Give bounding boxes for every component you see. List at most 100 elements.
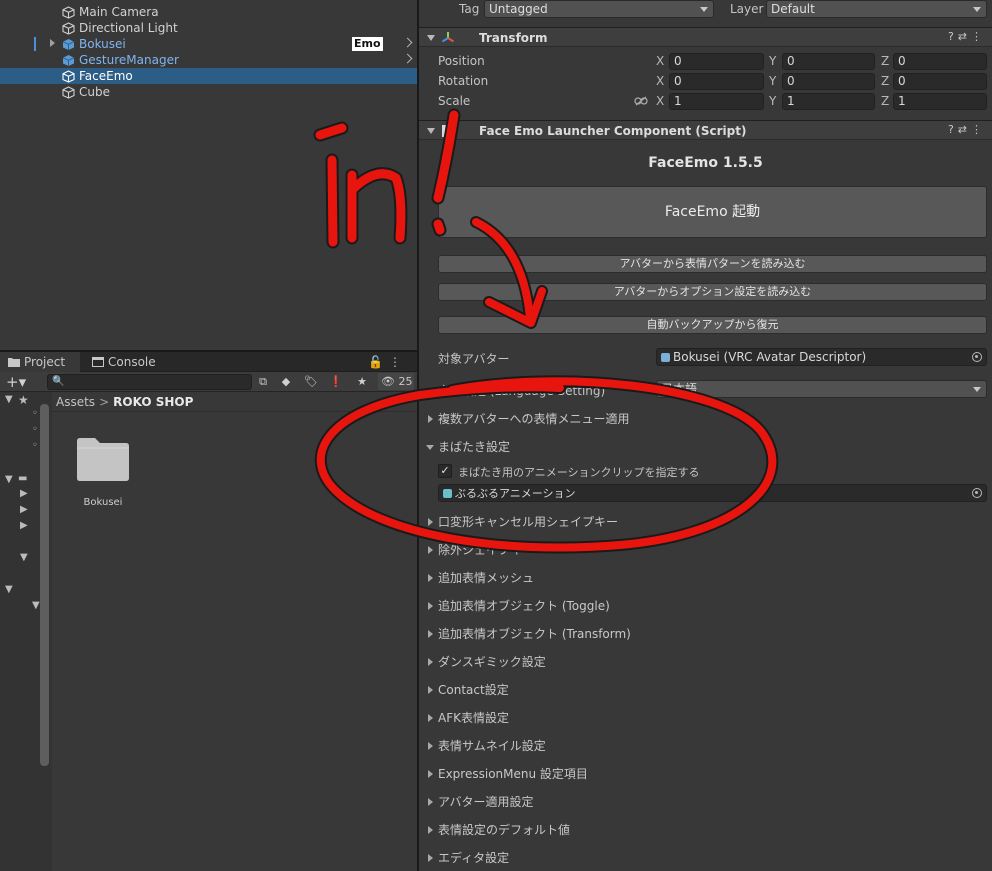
label-filter-icon[interactable]: 🏷 <box>300 373 322 390</box>
folder-tree-scrollbar[interactable] <box>40 404 49 766</box>
layer-label: Layer <box>730 2 764 16</box>
breadcrumb-assets[interactable]: Assets <box>56 395 95 409</box>
chevron-right-icon[interactable] <box>402 53 413 64</box>
expand-arrow-icon[interactable]: ▼ <box>32 600 40 611</box>
foldout-arrow-icon <box>428 546 433 554</box>
scale-y-field[interactable]: 1 <box>782 93 875 110</box>
foldout-defaults[interactable]: 表情設定のデフォルト値 <box>419 820 992 840</box>
hierarchy-item-bokusei[interactable]: Bokusei Emo <box>0 36 417 52</box>
hierarchy-item-gesturemanager[interactable]: GestureManager <box>0 52 417 68</box>
foldout-arrow-icon[interactable] <box>427 128 435 134</box>
foldout-blink-settings[interactable]: まばたき設定 <box>419 437 992 457</box>
tab-console[interactable]: Console <box>84 352 164 372</box>
tab-project[interactable]: Project <box>0 352 80 372</box>
axis-y-label: Y <box>769 94 777 108</box>
folder-item-bokusei[interactable]: Bokusei <box>75 435 131 515</box>
foldout-label: 除外シェイプキー <box>438 543 535 557</box>
foldout-editor-settings[interactable]: エディタ設定 <box>419 848 992 868</box>
prefab-icon <box>62 55 75 66</box>
hierarchy-item-label: Cube <box>79 85 110 99</box>
breadcrumb-current[interactable]: ROKO SHOP <box>113 395 193 409</box>
foldout-additional-meshes[interactable]: 追加表情メッシュ <box>419 568 992 588</box>
foldout-additional-toggle[interactable]: 追加表情オブジェクト (Toggle) <box>419 596 992 616</box>
foldout-label: ダンスギミック設定 <box>438 655 546 669</box>
constrain-proportions-icon[interactable] <box>634 96 648 106</box>
axis-x-label: X <box>656 54 665 68</box>
axis-y-label: Y <box>769 74 777 88</box>
rotation-x-field[interactable]: 0 <box>669 73 764 90</box>
component-menu-icons[interactable]: ?⇄⋮ <box>948 30 986 43</box>
foldout-dance-gimmick[interactable]: ダンスギミック設定 <box>419 652 992 672</box>
folder-icon <box>8 358 20 367</box>
expand-arrow-icon[interactable]: ▼ <box>5 394 13 405</box>
blink-clip-checkbox[interactable]: ✓ <box>438 464 452 478</box>
foldout-thumbnail[interactable]: 表情サムネイル設定 <box>419 736 992 756</box>
hidden-packages-toggle[interactable]: 👁 25 <box>378 373 414 390</box>
gameobject-icon <box>62 86 75 99</box>
layer-dropdown[interactable]: Default <box>766 0 987 18</box>
load-option-settings-button[interactable]: アバターからオプション設定を読み込む <box>438 283 987 301</box>
hierarchy-item-main-camera[interactable]: Main Camera <box>0 4 417 20</box>
type-filter-icon[interactable]: ◆ <box>275 373 297 390</box>
target-avatar-field[interactable]: Bokusei (VRC Avatar Descriptor) <box>656 348 987 366</box>
scale-x-field[interactable]: 1 <box>669 93 764 110</box>
log-filter-icon[interactable]: ❗ <box>325 373 347 390</box>
expand-arrow-icon[interactable]: ▶ <box>20 488 28 499</box>
load-expression-patterns-button[interactable]: アバターから表情パターンを読み込む <box>438 255 987 273</box>
avatar-descriptor-icon <box>661 353 670 362</box>
position-y-field[interactable]: 0 <box>782 53 875 70</box>
foldout-label: 口変形キャンセル用シェイプキー <box>438 515 619 529</box>
foldout-contact[interactable]: Contact設定 <box>419 680 992 700</box>
position-z-field[interactable]: 0 <box>893 53 987 70</box>
foldout-additional-transform[interactable]: 追加表情オブジェクト (Transform) <box>419 624 992 644</box>
rotation-y-field[interactable]: 0 <box>782 73 875 90</box>
launch-faceemo-button[interactable]: FaceEmo 起動 <box>438 186 987 238</box>
restore-backup-button[interactable]: 自動バックアップから復元 <box>438 316 987 334</box>
expand-arrow-icon[interactable]: ▶ <box>20 504 28 515</box>
component-menu-icons[interactable]: ?⇄⋮ <box>948 123 986 136</box>
expand-arrow-icon[interactable]: ▼ <box>5 474 13 485</box>
expand-arrow-icon[interactable]: ▼ <box>5 584 13 595</box>
animation-clip-icon <box>443 489 452 498</box>
hidden-count: 25 <box>398 375 413 388</box>
language-dropdown[interactable]: 日本語 <box>656 380 987 398</box>
foldout-multi-avatar[interactable]: 複数アバターへの表情メニュー適用 <box>419 409 992 429</box>
scale-label: Scale <box>438 94 471 108</box>
expand-arrow-icon[interactable]: ▼ <box>20 552 28 563</box>
search-input[interactable]: 🔍 <box>47 374 252 390</box>
create-button[interactable]: +▾ <box>6 372 26 392</box>
rotation-z-field[interactable]: 0 <box>893 73 987 90</box>
foldout-mouth-cancel[interactable]: 口変形キャンセル用シェイプキー <box>419 512 992 532</box>
object-picker-icon[interactable] <box>972 352 982 362</box>
axis-x-label: X <box>656 94 665 108</box>
project-tab-bar: Project Console 🔓⋮ <box>0 352 417 372</box>
hierarchy-item-directional-light[interactable]: Directional Light <box>0 20 417 36</box>
search-icon: 🔍 <box>52 376 65 387</box>
object-picker-icon[interactable] <box>972 488 982 498</box>
foldout-afk[interactable]: AFK表情設定 <box>419 708 992 728</box>
expand-arrow-icon[interactable]: ▶ <box>20 520 28 531</box>
favorite-icon[interactable]: ★ <box>351 373 373 390</box>
foldout-avatar-apply[interactable]: アバター適用設定 <box>419 792 992 812</box>
foldout-expression-menu[interactable]: ExpressionMenu 設定項目 <box>419 764 992 784</box>
scale-z-field[interactable]: 1 <box>893 93 987 110</box>
expand-arrow-icon[interactable] <box>50 39 55 47</box>
scene-search-icon[interactable]: ⧉ <box>252 373 274 390</box>
foldout-excluded-shapekeys[interactable]: 除外シェイプキー <box>419 540 992 560</box>
tag-dropdown[interactable]: Untagged <box>484 0 714 18</box>
hierarchy-item-label: Bokusei <box>79 37 126 51</box>
hierarchy-item-faceemo[interactable]: FaceEmo <box>0 68 417 84</box>
foldout-label: 複数アバターへの表情メニュー適用 <box>438 412 630 426</box>
hierarchy-item-cube[interactable]: Cube <box>0 84 417 100</box>
foldout-label: 表情サムネイル設定 <box>438 739 546 753</box>
lock-icon[interactable]: 🔓⋮ <box>368 355 407 369</box>
transform-header[interactable]: Transform ?⇄⋮ <box>419 27 992 47</box>
search-item-icon: ◦ <box>32 408 38 419</box>
blink-clip-field[interactable]: ぶるぶるアニメーション <box>438 484 987 502</box>
rotation-label: Rotation <box>438 74 489 88</box>
chevron-right-icon[interactable] <box>402 37 413 48</box>
foldout-arrow-icon <box>426 445 434 450</box>
foldout-arrow-icon[interactable] <box>427 35 435 41</box>
launcher-component-header[interactable]: Face Emo Launcher Component (Script) ?⇄⋮ <box>419 120 992 140</box>
position-x-field[interactable]: 0 <box>669 53 764 70</box>
